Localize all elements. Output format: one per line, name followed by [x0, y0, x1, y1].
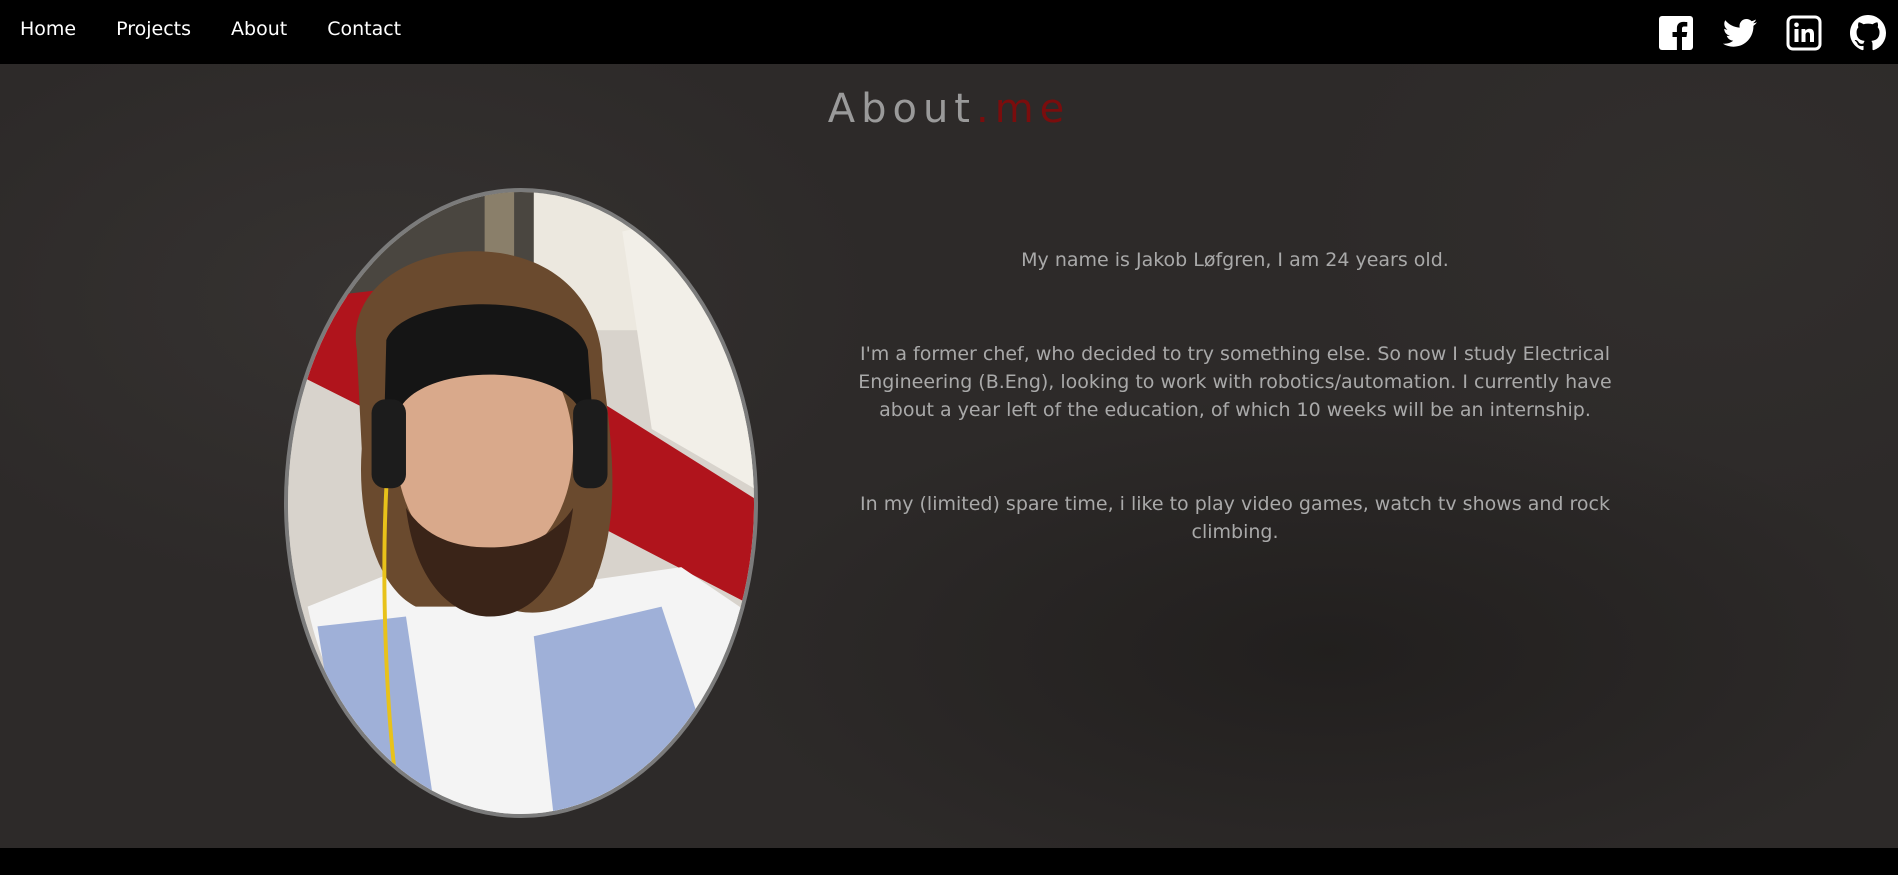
page-title: About.me	[0, 86, 1898, 132]
nav-projects-link[interactable]: Projects	[116, 18, 191, 40]
nav-links: Home Projects About Contact	[20, 18, 441, 40]
nav-home-link[interactable]: Home	[20, 18, 76, 40]
title-accent: .me	[975, 86, 1071, 132]
nav-contact-link[interactable]: Contact	[327, 18, 401, 40]
profile-photo	[284, 188, 758, 818]
nav-about-link[interactable]: About	[231, 18, 287, 40]
bio-education: I'm a former chef, who decided to try so…	[858, 343, 1612, 421]
title-main: About	[827, 86, 976, 132]
twitter-icon[interactable]	[1722, 15, 1758, 51]
about-section: About.me My name is Jakob Løfgren, I am …	[0, 64, 1898, 848]
github-icon[interactable]	[1850, 15, 1886, 51]
linkedin-icon[interactable]	[1786, 15, 1822, 51]
bio-intro: My name is Jakob Løfgren, I am 24 years …	[1021, 249, 1449, 271]
facebook-icon[interactable]	[1658, 15, 1694, 51]
social-links	[1658, 15, 1886, 51]
footer-bar	[0, 848, 1898, 875]
bio-hobbies: In my (limited) spare time, i like to pl…	[860, 493, 1610, 543]
bio: My name is Jakob Løfgren, I am 24 years …	[850, 246, 1620, 612]
navbar: Home Projects About Contact	[0, 0, 1898, 64]
